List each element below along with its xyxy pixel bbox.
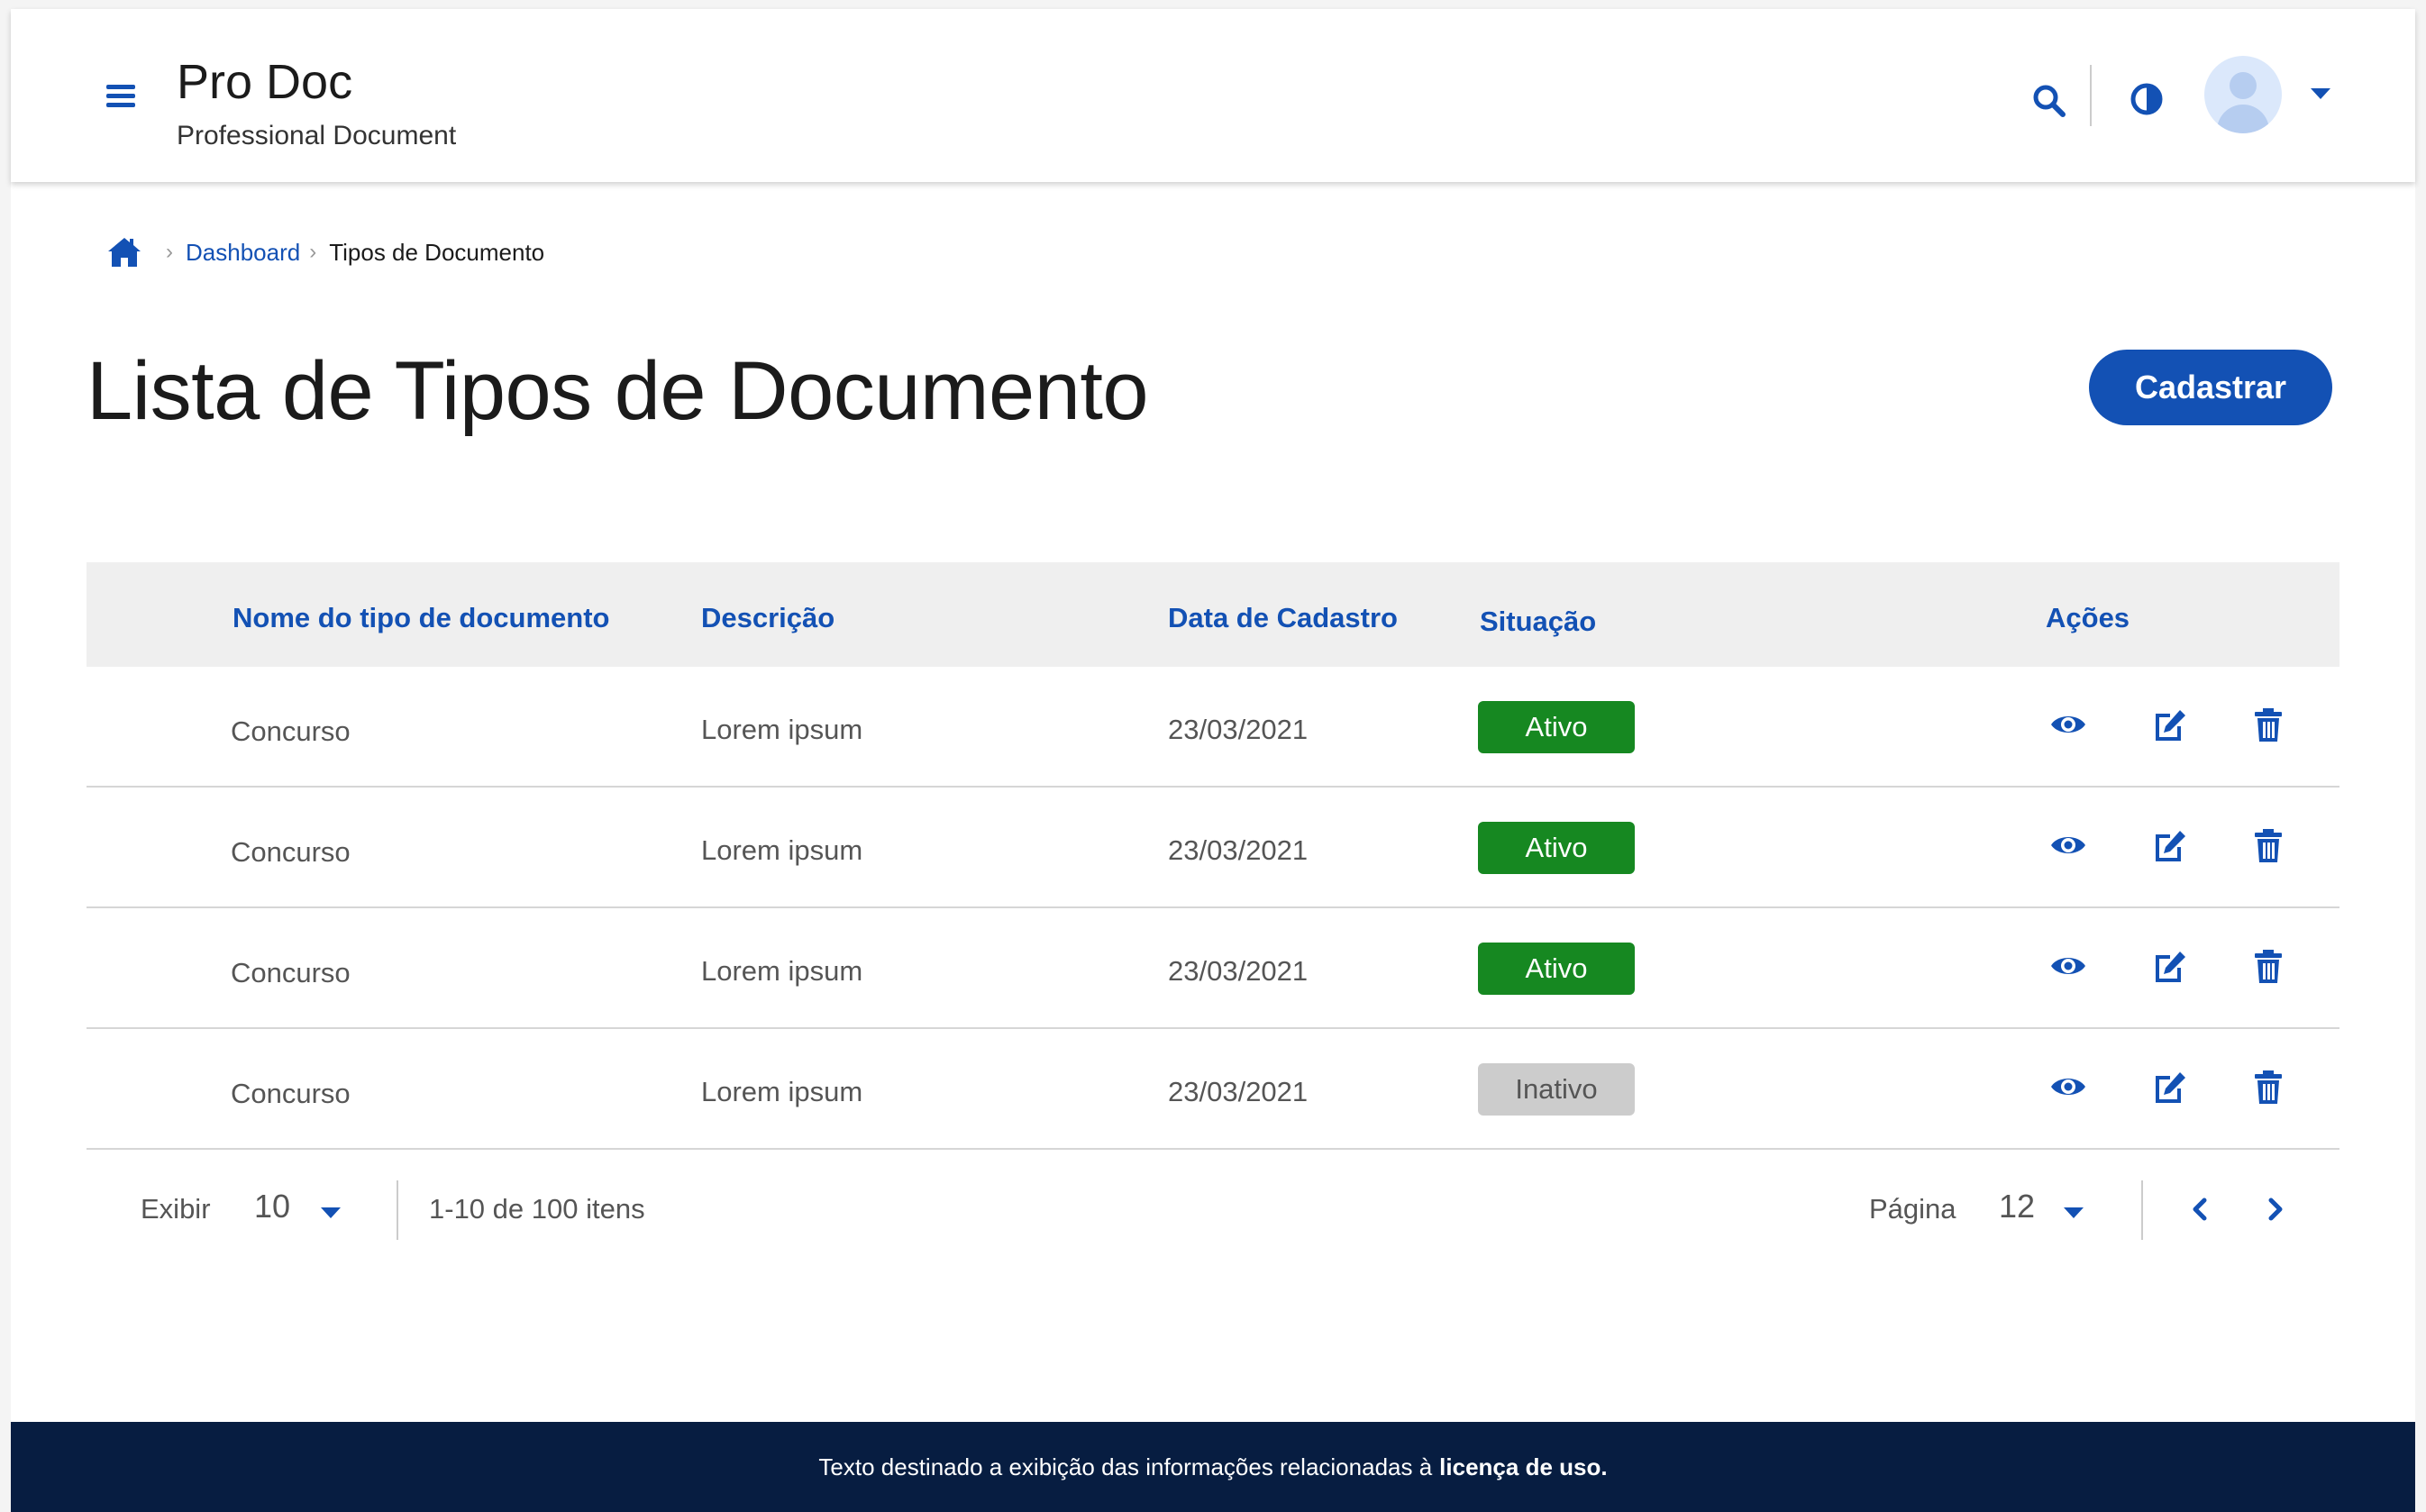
column-header-status[interactable]: Situação bbox=[1480, 606, 1596, 638]
license-link[interactable]: licença de uso. bbox=[1439, 1453, 1607, 1481]
table-row: Concurso Lorem ipsum 23/03/2021 Ativo bbox=[87, 908, 2339, 1029]
cell-date: 23/03/2021 bbox=[1168, 1076, 1309, 1107]
table-row: Concurso Lorem ipsum 23/03/2021 Inativo bbox=[87, 1029, 2339, 1150]
footer-text: Texto destinado a exibição das informaçõ… bbox=[818, 1453, 1433, 1480]
trash-icon[interactable] bbox=[2249, 827, 2287, 863]
eye-icon[interactable] bbox=[2049, 706, 2087, 742]
avatar[interactable] bbox=[2204, 56, 2282, 133]
pagination: Exibir 10 1-10 de 100 itens Página 12 bbox=[87, 1168, 2339, 1249]
chevron-left-icon[interactable] bbox=[2184, 1191, 2217, 1227]
chevron-down-icon[interactable] bbox=[321, 1207, 341, 1218]
eye-icon[interactable] bbox=[2049, 827, 2087, 863]
cell-description: Lorem ipsum bbox=[701, 834, 863, 866]
breadcrumb: › Dashboard › Tipos de Documento bbox=[106, 234, 544, 270]
page-label: Página bbox=[1869, 1193, 1956, 1225]
breadcrumb-dashboard[interactable]: Dashboard bbox=[186, 239, 300, 267]
cell-description: Lorem ipsum bbox=[701, 714, 863, 745]
status-badge: Ativo bbox=[1478, 822, 1635, 874]
column-header-actions: Ações bbox=[2046, 602, 2130, 633]
app-title: Pro Doc bbox=[177, 55, 353, 109]
page-title: Lista de Tipos de Documento bbox=[87, 345, 1149, 437]
pagination-divider bbox=[397, 1180, 398, 1240]
column-header-name[interactable]: Nome do tipo de documento bbox=[233, 602, 610, 634]
cell-name: Concurso bbox=[231, 836, 351, 868]
document-types-table: Nome do tipo de documento Descrição Data… bbox=[87, 562, 2339, 1150]
eye-icon[interactable] bbox=[2049, 1069, 2087, 1105]
page-size-select[interactable]: 10 bbox=[254, 1188, 290, 1225]
status-badge: Ativo bbox=[1478, 943, 1635, 995]
column-header-description[interactable]: Descrição bbox=[701, 602, 835, 634]
home-icon[interactable] bbox=[106, 236, 142, 269]
chevron-right-icon[interactable] bbox=[2258, 1191, 2291, 1227]
cell-date: 23/03/2021 bbox=[1168, 714, 1309, 745]
app-header: Pro Doc Professional Document bbox=[11, 9, 2415, 182]
chevron-right-icon: › bbox=[309, 240, 317, 264]
cell-name: Concurso bbox=[231, 1078, 351, 1109]
cell-description: Lorem ipsum bbox=[701, 955, 863, 987]
edit-icon[interactable] bbox=[2150, 948, 2188, 984]
column-header-date[interactable]: Data de Cadastro bbox=[1168, 602, 1398, 634]
edit-icon[interactable] bbox=[2150, 1069, 2188, 1105]
header-divider bbox=[2090, 65, 2092, 126]
show-label: Exibir bbox=[141, 1193, 211, 1225]
chevron-down-icon[interactable] bbox=[2064, 1207, 2084, 1218]
search-icon[interactable] bbox=[2029, 81, 2069, 121]
breadcrumb-current: Tipos de Documento bbox=[329, 238, 545, 266]
cell-name: Concurso bbox=[231, 715, 351, 747]
table-row: Concurso Lorem ipsum 23/03/2021 Ativo bbox=[87, 788, 2339, 908]
table-header: Nome do tipo de documento Descrição Data… bbox=[87, 562, 2339, 667]
chevron-down-icon[interactable] bbox=[2311, 88, 2330, 99]
trash-icon[interactable] bbox=[2249, 948, 2287, 984]
footer: Texto destinado a exibição das informaçõ… bbox=[11, 1422, 2415, 1512]
app-frame: Pro Doc Professional Document › Dashboar… bbox=[11, 9, 2415, 1512]
table-row: Concurso Lorem ipsum 23/03/2021 Ativo bbox=[87, 667, 2339, 788]
cell-date: 23/03/2021 bbox=[1168, 834, 1309, 866]
eye-icon[interactable] bbox=[2049, 948, 2087, 984]
contrast-icon[interactable] bbox=[2129, 81, 2165, 117]
edit-icon[interactable] bbox=[2150, 706, 2188, 742]
trash-icon[interactable] bbox=[2249, 1069, 2287, 1105]
cell-description: Lorem ipsum bbox=[701, 1076, 863, 1107]
cadastrar-button[interactable]: Cadastrar bbox=[2089, 350, 2332, 425]
menu-icon[interactable] bbox=[106, 81, 142, 112]
cell-name: Concurso bbox=[231, 957, 351, 988]
app-subtitle: Professional Document bbox=[177, 121, 457, 150]
status-badge: Inativo bbox=[1478, 1063, 1635, 1116]
chevron-right-icon: › bbox=[166, 240, 173, 264]
pagination-divider bbox=[2141, 1180, 2143, 1240]
page-select[interactable]: 12 bbox=[1999, 1188, 2035, 1225]
cell-date: 23/03/2021 bbox=[1168, 955, 1309, 987]
edit-icon[interactable] bbox=[2150, 827, 2188, 863]
status-badge: Ativo bbox=[1478, 701, 1635, 753]
page: Pro Doc Professional Document › Dashboar… bbox=[0, 0, 2426, 1512]
items-range: 1-10 de 100 itens bbox=[429, 1193, 645, 1225]
trash-icon[interactable] bbox=[2249, 706, 2287, 742]
